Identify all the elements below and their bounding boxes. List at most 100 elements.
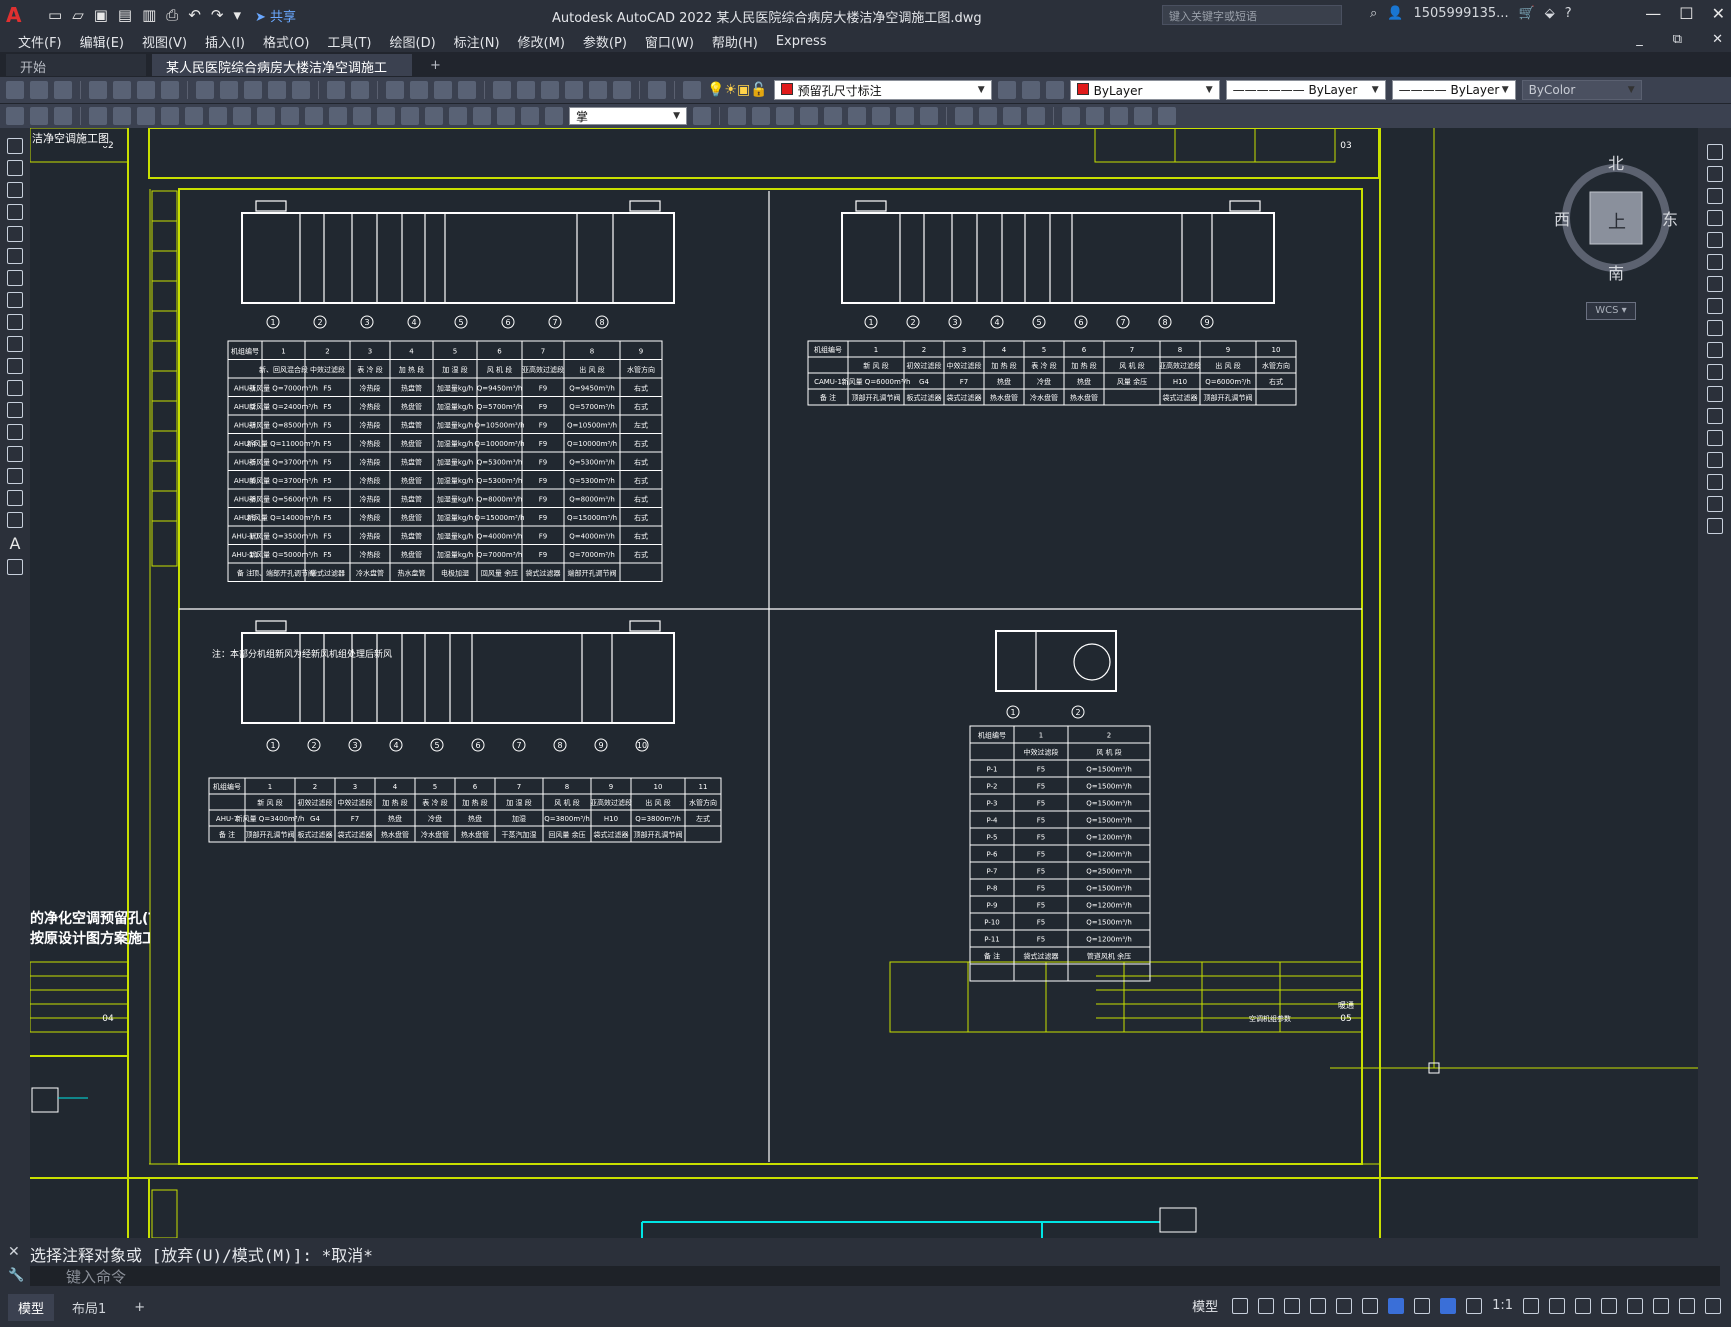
properties-icon[interactable]: [493, 81, 511, 99]
circle-icon[interactable]: [7, 270, 23, 286]
menu-parametric[interactable]: 参数(P): [583, 32, 627, 51]
stretch-icon[interactable]: [1706, 320, 1723, 336]
continue-icon[interactable]: [329, 107, 347, 125]
copy-object-icon[interactable]: [1706, 166, 1723, 182]
redo-icon[interactable]: ↷: [211, 6, 224, 24]
layer-dropdown[interactable]: 预留孔尺寸标注 ▼: [773, 80, 992, 100]
modify-7-icon[interactable]: [872, 107, 890, 125]
ortho-icon[interactable]: [1284, 1297, 1301, 1314]
viewcube-south[interactable]: 南: [1608, 260, 1624, 284]
arc-icon[interactable]: [7, 248, 23, 264]
paste-icon[interactable]: [244, 81, 262, 99]
table-icon[interactable]: [7, 512, 23, 528]
3d-print-icon[interactable]: [161, 81, 179, 99]
menu-tools[interactable]: 工具(T): [327, 32, 371, 51]
lineweight-dropdown[interactable]: ———— ByLayer ▼: [1391, 80, 1516, 100]
ellipse-icon[interactable]: [7, 336, 23, 352]
join-icon[interactable]: [1706, 430, 1723, 446]
clean-screen-icon[interactable]: [1679, 1297, 1695, 1314]
menu-modify[interactable]: 修改(M): [518, 32, 565, 51]
jogged-icon[interactable]: [209, 107, 227, 125]
text-style-dropdown[interactable]: 掌 ▼: [569, 107, 687, 125]
new-file-icon[interactable]: ▭: [48, 6, 62, 24]
make-block-icon[interactable]: [7, 402, 23, 418]
wcs-menu[interactable]: WCS ▾: [1586, 302, 1636, 320]
tab-layout1[interactable]: 布局1: [62, 1294, 116, 1321]
plot-icon[interactable]: ⎙: [166, 6, 178, 24]
command-close-icon[interactable]: ✕: [8, 1244, 20, 1260]
toolbar-grip-3-icon[interactable]: [54, 107, 72, 125]
line-icon[interactable]: [7, 138, 23, 154]
object-snap-tracking-icon[interactable]: [1362, 1297, 1379, 1314]
cart-icon[interactable]: 🛒: [1519, 6, 1535, 21]
annotation-scale[interactable]: 1:1: [1492, 1298, 1513, 1313]
revcloud-icon[interactable]: [7, 292, 23, 308]
model-space-label[interactable]: 模型: [1192, 1296, 1218, 1315]
spline-icon[interactable]: [7, 314, 23, 330]
break-at-point-icon[interactable]: [1706, 386, 1723, 402]
viewcube-west[interactable]: 西: [1554, 206, 1570, 230]
annotation-visibility-icon[interactable]: [1440, 1297, 1457, 1314]
search-icon[interactable]: ⌕: [1370, 6, 1377, 21]
zoom-realtime-icon[interactable]: [410, 81, 428, 99]
layer-state-icons[interactable]: 💡☀▣🔓: [707, 82, 768, 98]
new-tab-button[interactable]: +: [422, 55, 449, 76]
modify-3-icon[interactable]: [776, 107, 794, 125]
open-web-icon[interactable]: ▥: [142, 6, 156, 24]
print-icon[interactable]: [89, 81, 107, 99]
make-current-layer-icon[interactable]: [997, 81, 1016, 99]
grid-icon[interactable]: [1232, 1297, 1249, 1314]
angular-icon[interactable]: [257, 107, 275, 125]
explode-icon[interactable]: [1706, 518, 1723, 534]
region-icon[interactable]: [7, 490, 23, 506]
isodraft-icon[interactable]: [1336, 1297, 1353, 1314]
cut-icon[interactable]: [196, 81, 214, 99]
units-icon[interactable]: [1575, 1297, 1591, 1314]
drawing-canvas[interactable]: 1 2 3 4 5 6 7 8 1 2 3 4 5 6 7 8 9 1 2 3 4 5 6 7 8 9 10 1 2 机组编号 1 2 3 4 5 6…: [30, 128, 1698, 1238]
text-icon[interactable]: A: [10, 534, 21, 553]
insert-4-icon[interactable]: [1134, 107, 1152, 125]
workspace-icon[interactable]: [1523, 1297, 1539, 1314]
polyline-icon[interactable]: [7, 182, 23, 198]
block-editor-icon[interactable]: [292, 81, 310, 99]
center-mark-icon[interactable]: [425, 107, 443, 125]
polygon-icon[interactable]: [7, 204, 23, 220]
redo-icon-2[interactable]: [351, 81, 369, 99]
hatch-icon[interactable]: [7, 446, 23, 462]
menu-window[interactable]: 窗口(W): [645, 32, 694, 51]
quick-properties-icon[interactable]: [1601, 1297, 1617, 1314]
quickcalc-icon[interactable]: [613, 81, 631, 99]
menu-draw[interactable]: 绘图(D): [390, 32, 436, 51]
menu-insert[interactable]: 插入(I): [205, 32, 245, 51]
layer-match-icon[interactable]: [1045, 81, 1064, 99]
autocad-logo-icon[interactable]: A: [6, 4, 28, 26]
tool-palettes-icon[interactable]: [541, 81, 559, 99]
help-icon-2[interactable]: [648, 81, 666, 99]
modify-2-icon[interactable]: [752, 107, 770, 125]
modify-9-icon[interactable]: [920, 107, 938, 125]
graphics-performance-icon[interactable]: [1653, 1297, 1669, 1314]
search-input[interactable]: 键入关键字或短语: [1162, 5, 1342, 25]
doc-close-icon[interactable]: ✕: [1712, 32, 1723, 47]
lineweight-icon[interactable]: [1414, 1297, 1431, 1314]
erase-icon[interactable]: [1706, 144, 1723, 160]
undo-icon-2[interactable]: [327, 81, 345, 99]
modify-6-icon[interactable]: [848, 107, 866, 125]
inspection-icon[interactable]: [449, 107, 467, 125]
dim-update-icon[interactable]: [545, 107, 563, 125]
save-icon-2[interactable]: [54, 81, 72, 99]
layer-properties-icon[interactable]: [683, 81, 701, 99]
modify-4-icon[interactable]: [800, 107, 818, 125]
ordinate-icon[interactable]: [161, 107, 179, 125]
array-icon[interactable]: [1706, 232, 1723, 248]
rectangle-icon[interactable]: [7, 226, 23, 242]
design-center-icon[interactable]: [517, 81, 535, 99]
maximize-icon[interactable]: ☐: [1679, 4, 1693, 23]
move-icon[interactable]: [1706, 254, 1723, 270]
xline-icon[interactable]: [7, 160, 23, 176]
customize-dropdown-icon[interactable]: ▾: [233, 6, 241, 24]
tab-drawing[interactable]: 某人民医院综合病房大楼洁净空调施工图* ✕: [152, 54, 412, 95]
jogged-linear-icon[interactable]: [473, 107, 491, 125]
snap-icon[interactable]: [1258, 1297, 1275, 1314]
command-settings-icon[interactable]: 🔧: [8, 1268, 24, 1283]
